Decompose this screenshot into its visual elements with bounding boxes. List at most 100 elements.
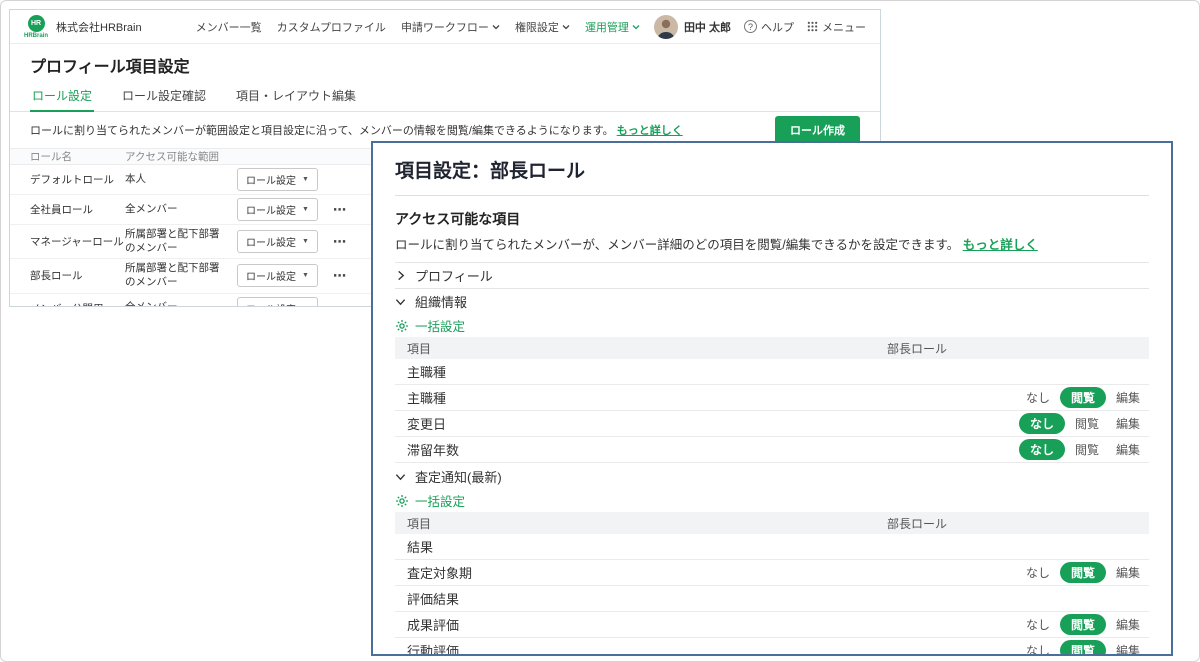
section-title: アクセス可能な項目 bbox=[395, 211, 521, 227]
permission-edit-button[interactable]: 編集 bbox=[1109, 387, 1147, 408]
permission-segmented: なし 閲覧 編集 bbox=[887, 387, 1149, 408]
nav-item-custom-profile[interactable]: カスタムプロファイル bbox=[277, 19, 386, 35]
group-toggle-profile[interactable]: プロフィール bbox=[395, 262, 1149, 288]
tab-role-settings[interactable]: ロール設定 bbox=[30, 84, 95, 112]
permission-segmented: なし 閲覧 編集 bbox=[887, 562, 1149, 583]
role-settings-dropdown[interactable]: ロール設定▼ bbox=[237, 230, 318, 254]
permission-none-button[interactable]: なし bbox=[1019, 640, 1057, 654]
more-menu-button[interactable]: ⋯ bbox=[327, 268, 352, 283]
learn-more-link[interactable]: もっと詳しく bbox=[963, 238, 1038, 252]
nav-item-permissions[interactable]: 権限設定 bbox=[515, 19, 570, 35]
help-button[interactable]: ? ヘルプ bbox=[744, 19, 794, 35]
permission-segmented: なし 閲覧 編集 bbox=[887, 439, 1149, 460]
column-access-scope: アクセス可能な範囲 bbox=[125, 151, 219, 163]
learn-more-link[interactable]: もっと詳しく bbox=[617, 125, 683, 137]
item-row: 主職種 なし 閲覧 編集 bbox=[395, 385, 1149, 411]
tab-item-layout-edit[interactable]: 項目・レイアウト編集 bbox=[234, 84, 358, 111]
column-item: 項目 bbox=[407, 516, 432, 531]
bulk-setting-link[interactable]: 一括設定 bbox=[395, 489, 1149, 512]
item-row: 行動評価 なし 閲覧 編集 bbox=[395, 638, 1149, 656]
permission-edit-button[interactable]: 編集 bbox=[1109, 413, 1147, 434]
item-name: 結果 bbox=[407, 540, 434, 555]
company-name: 株式会社HRBrain bbox=[56, 21, 142, 34]
permission-view-button[interactable]: 閲覧 bbox=[1059, 562, 1106, 583]
column-role-name: ロール名 bbox=[30, 151, 72, 163]
permission-edit-button[interactable]: 編集 bbox=[1109, 614, 1147, 635]
role-settings-dropdown[interactable]: ロール設定▼ bbox=[237, 296, 318, 306]
permission-segmented: なし 閲覧 編集 bbox=[887, 614, 1149, 635]
role-name: マネージャーロール bbox=[30, 236, 124, 249]
more-menu-button[interactable]: ⋯ bbox=[327, 300, 352, 306]
hrbrain-logo-icon: HR bbox=[27, 14, 45, 32]
permission-edit-button[interactable]: 編集 bbox=[1109, 439, 1147, 460]
item-row: 結果 bbox=[395, 534, 1149, 560]
chevron-down-icon bbox=[562, 24, 570, 29]
panel-description: ロールに割り当てられたメンバーが、メンバー詳細のどの項目を閲覧/編集できるかを設… bbox=[395, 238, 1038, 252]
item-name: 滞留年数 bbox=[407, 443, 460, 458]
menu-button[interactable]: メニュー bbox=[807, 19, 866, 35]
permission-none-button[interactable]: なし bbox=[1019, 387, 1057, 408]
user-menu[interactable]: 田中 太郎 bbox=[653, 14, 731, 39]
role-settings-dropdown[interactable]: ロール設定▼ bbox=[237, 198, 318, 221]
page-description: ロールに割り当てられたメンバーが範囲設定と項目設定に沿って、メンバーの情報を閲覧… bbox=[30, 125, 683, 137]
column-role: 部長ロール bbox=[887, 516, 948, 531]
item-name: 変更日 bbox=[407, 417, 447, 432]
chevron-down-icon bbox=[395, 473, 406, 480]
nav-item-workflow[interactable]: 申請ワークフロー bbox=[401, 19, 500, 35]
item-name: 査定対象期 bbox=[407, 566, 473, 581]
role-name: メンバー公開用 bbox=[30, 301, 125, 306]
role-scope: 全メンバー bbox=[125, 202, 178, 215]
permission-segmented: なし 閲覧 編集 bbox=[887, 640, 1149, 654]
hrbrain-logo: HR HRBrain bbox=[24, 14, 48, 39]
role-scope: 所属部署と配下部署のメンバー bbox=[125, 228, 220, 254]
item-row: 成果評価 なし 閲覧 編集 bbox=[395, 612, 1149, 638]
chevron-down-icon bbox=[492, 24, 500, 29]
group-toggle-organization[interactable]: 組織情報 bbox=[395, 288, 1149, 314]
permission-edit-button[interactable]: 編集 bbox=[1109, 640, 1147, 654]
permission-edit-button[interactable]: 編集 bbox=[1109, 562, 1147, 583]
chevron-down-icon: ▼ bbox=[302, 272, 309, 280]
gear-icon bbox=[396, 319, 408, 332]
permission-none-button[interactable]: なし bbox=[1019, 562, 1057, 583]
tab-role-settings-confirm[interactable]: ロール設定確認 bbox=[120, 84, 208, 111]
permission-none-button[interactable]: なし bbox=[1019, 614, 1057, 635]
item-row: 滞留年数 なし 閲覧 編集 bbox=[395, 437, 1149, 463]
help-icon: ? bbox=[744, 20, 757, 33]
more-menu-button[interactable]: ⋯ bbox=[327, 234, 352, 249]
role-scope: 全メンバー bbox=[125, 301, 237, 306]
permission-view-button[interactable]: 閲覧 bbox=[1059, 614, 1106, 635]
permission-none-button[interactable]: なし bbox=[1018, 439, 1065, 460]
nav-item-members[interactable]: メンバー一覧 bbox=[196, 19, 262, 35]
item-name: 評価結果 bbox=[407, 592, 460, 607]
item-name: 行動評価 bbox=[407, 644, 460, 656]
chevron-down-icon: ▼ bbox=[302, 176, 309, 183]
permission-view-button[interactable]: 閲覧 bbox=[1068, 413, 1106, 434]
group-toggle-assessment[interactable]: 査定通知(最新) bbox=[395, 463, 1149, 489]
user-avatar bbox=[653, 14, 678, 39]
chevron-right-icon bbox=[398, 270, 405, 281]
item-table-header: 項目 部長ロール bbox=[395, 337, 1149, 359]
item-row: 評価結果 bbox=[395, 586, 1149, 612]
permission-view-button[interactable]: 閲覧 bbox=[1059, 387, 1106, 408]
permission-view-button[interactable]: 閲覧 bbox=[1059, 640, 1106, 654]
role-settings-dropdown[interactable]: ロール設定▼ bbox=[237, 168, 318, 191]
user-name: 田中 太郎 bbox=[683, 21, 731, 34]
column-item: 項目 bbox=[407, 341, 432, 356]
create-role-button[interactable]: ロール作成 bbox=[775, 116, 860, 144]
role-name: デフォルトロール bbox=[30, 174, 114, 186]
item-row: 査定対象期 なし 閲覧 編集 bbox=[395, 560, 1149, 586]
permission-segmented: なし 閲覧 編集 bbox=[887, 413, 1149, 434]
item-name: 主職種 bbox=[407, 365, 447, 380]
role-item-settings-panel: 項目設定：部長ロール アクセス可能な項目 ロールに割り当てられたメンバーが、メン… bbox=[371, 141, 1173, 656]
permission-none-button[interactable]: なし bbox=[1018, 413, 1065, 434]
gear-icon bbox=[396, 494, 408, 507]
tab-bar: ロール設定 ロール設定確認 項目・レイアウト編集 bbox=[10, 82, 880, 112]
chevron-down-icon: ▼ bbox=[302, 238, 309, 246]
bulk-setting-link[interactable]: 一括設定 bbox=[395, 314, 1149, 337]
item-row: 主職種 bbox=[395, 359, 1149, 385]
role-settings-dropdown[interactable]: ロール設定▼ bbox=[237, 264, 318, 288]
nav-item-operations[interactable]: 運用管理 bbox=[585, 19, 640, 35]
role-name: 部長ロール bbox=[30, 270, 83, 283]
more-menu-button[interactable]: ⋯ bbox=[327, 202, 352, 217]
permission-view-button[interactable]: 閲覧 bbox=[1068, 439, 1106, 460]
